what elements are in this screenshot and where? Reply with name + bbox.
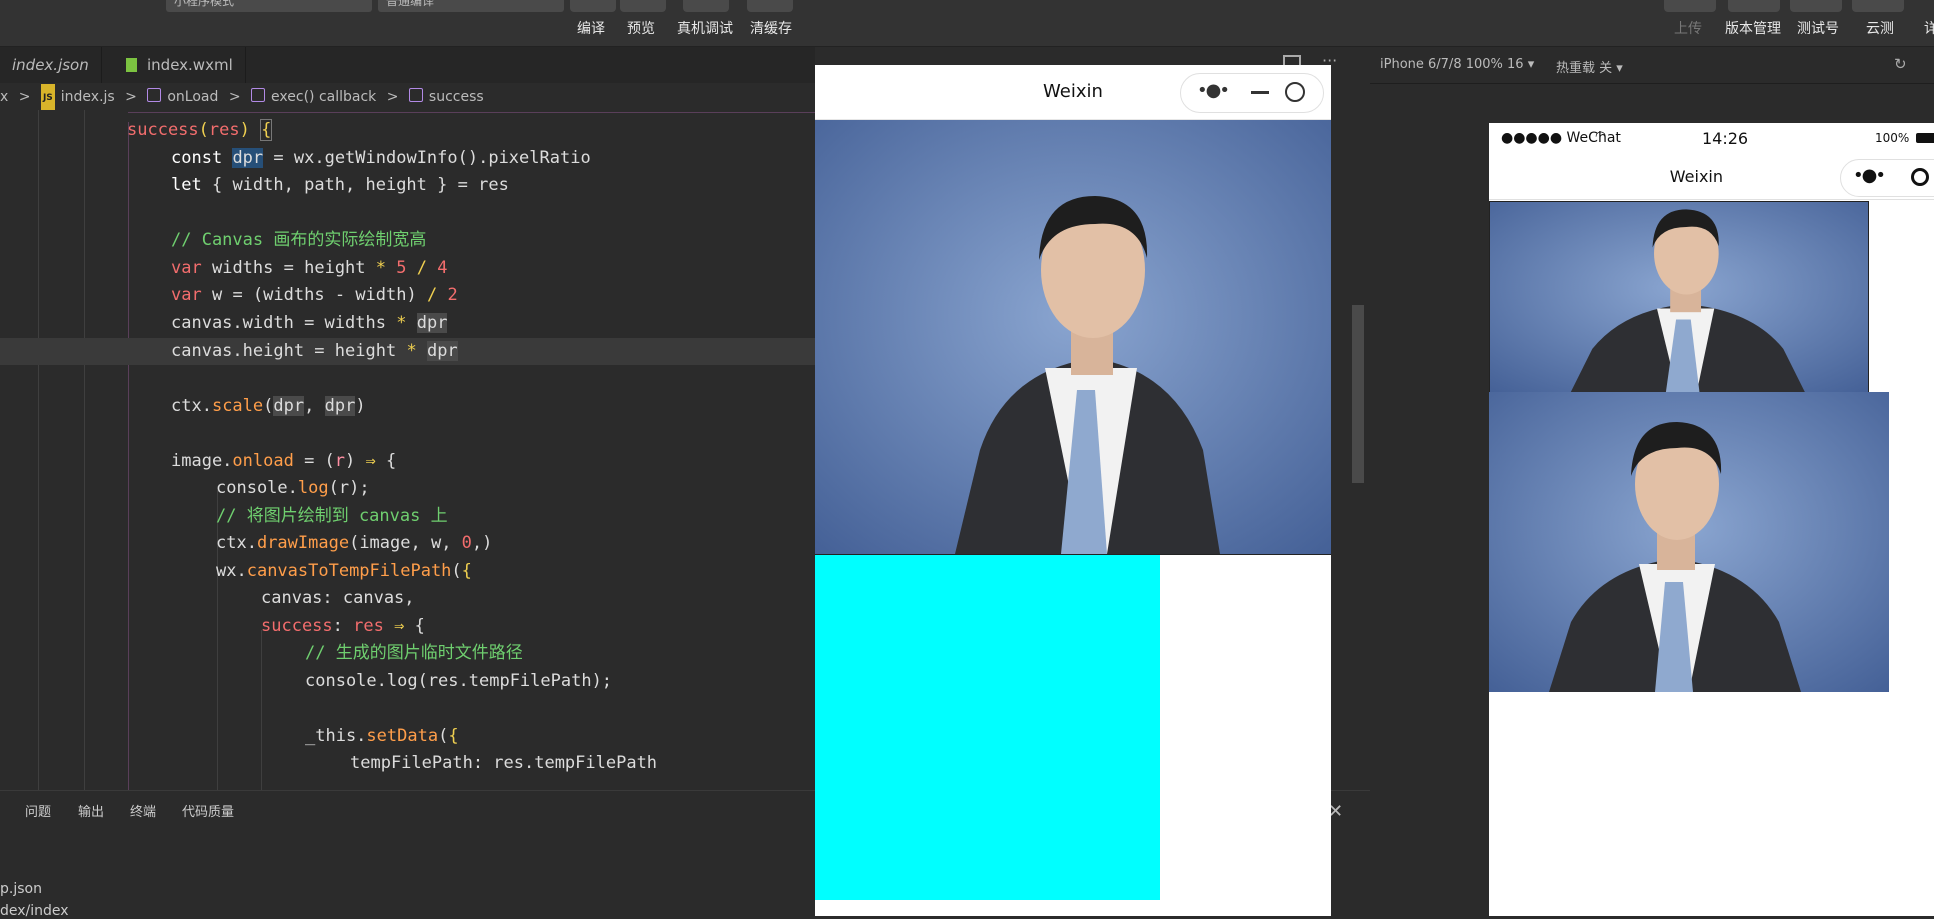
preview-button[interactable]: 预览 xyxy=(627,18,655,38)
js-file-icon: JS xyxy=(40,84,55,112)
code-line: canvas: canvas, xyxy=(261,588,415,608)
code-line: canvas.width = widths * dpr xyxy=(171,313,448,333)
output-line: dex/index xyxy=(0,903,69,919)
chevron-right-icon: > xyxy=(125,89,137,105)
code-line: success: res ⇒ { xyxy=(261,616,425,636)
tab-output[interactable]: 输出 xyxy=(78,801,104,820)
breadcrumb-onload[interactable]: onLoad xyxy=(147,84,218,110)
refresh-icon[interactable]: ↻ xyxy=(1894,55,1907,73)
more-dots-icon[interactable]: •●• xyxy=(1197,80,1230,101)
mode-select[interactable]: 小程序模式 xyxy=(166,0,372,12)
code-line: ctx.drawImage(image, w, 0,) xyxy=(216,533,493,553)
status-time: 14:26 xyxy=(1702,129,1749,148)
battery-icon xyxy=(1916,133,1934,143)
status-bar: ●●●●● WeChat ◠ 14:26 100% xyxy=(1489,123,1934,155)
tab-problems[interactable]: 问题 xyxy=(25,801,51,820)
clear-cache-button[interactable]: 清缓存 xyxy=(750,18,792,38)
phone-nav-bar: Weixin •●• xyxy=(1489,155,1934,200)
code-line: console.log(r); xyxy=(216,478,370,498)
chevron-down-icon: ▾ xyxy=(1527,57,1535,72)
tab-code-quality[interactable]: 代码质量 xyxy=(182,801,234,820)
version-button-icon[interactable] xyxy=(1728,0,1780,12)
phone-preview: ●●●●● WeChat ◠ 14:26 100% Weixin •●• xyxy=(1489,123,1934,916)
phone-capsule: •●• xyxy=(1840,159,1934,197)
compile-button-icon[interactable] xyxy=(570,0,616,12)
code-line: // 将图片绘制到 canvas 上 xyxy=(216,506,448,526)
method-icon xyxy=(251,88,266,102)
upload-button-icon[interactable] xyxy=(1664,0,1716,12)
clear-cache-button-icon[interactable] xyxy=(747,0,793,12)
device-select[interactable]: iPhone 6/7/8 100% 16 ▾ xyxy=(1380,57,1534,72)
more-button[interactable]: 详 xyxy=(1924,18,1934,38)
upload-button[interactable]: 上传 xyxy=(1674,18,1702,38)
top-toolbar: 小程序模式 普通编译 编译 预览 真机调试 清缓存 上传 版本管理 测试号 云测… xyxy=(0,0,1934,47)
chevron-right-icon: > xyxy=(18,89,31,105)
code-line: // 生成的图片临时文件路径 xyxy=(305,643,523,663)
breadcrumb-file[interactable]: JS index.js xyxy=(40,84,115,112)
breadcrumb-exec[interactable]: exec() callback xyxy=(251,84,376,110)
cyan-canvas xyxy=(815,555,1160,900)
chevron-down-icon: ▾ xyxy=(1616,61,1623,76)
portrait-image xyxy=(1490,202,1868,393)
tab-index-json[interactable]: index.json xyxy=(0,47,102,83)
phone-image-bottom xyxy=(1489,392,1889,692)
phone-image-top xyxy=(1489,201,1869,394)
test-account-button-icon[interactable] xyxy=(1790,0,1842,12)
compile-button[interactable]: 编译 xyxy=(577,18,605,38)
code-line-current: canvas.height = height * dpr xyxy=(0,338,815,365)
sim-canvas-image xyxy=(815,120,1331,555)
tab-index-wxml[interactable]: index.wxml xyxy=(112,47,246,83)
editor-scrollbar[interactable] xyxy=(1352,305,1364,483)
tab-terminal[interactable]: 终端 xyxy=(130,801,156,820)
code-line: const dpr = wx.getWindowInfo().pixelRati… xyxy=(171,148,591,168)
code-line: wx.canvasToTempFilePath({ xyxy=(216,561,472,581)
method-icon xyxy=(408,88,423,102)
wxml-file-icon xyxy=(126,58,137,72)
code-line: var widths = height * 5 / 4 xyxy=(171,258,448,278)
output-line: p.json xyxy=(0,881,42,897)
phone-title: Weixin xyxy=(1669,167,1723,186)
battery-level: 100% xyxy=(1875,131,1910,145)
code-line: tempFilePath: res.tempFilePath xyxy=(350,753,658,773)
target-icon[interactable] xyxy=(1911,168,1929,186)
chevron-right-icon: > xyxy=(228,89,241,105)
breadcrumb-success[interactable]: success xyxy=(408,84,484,110)
wifi-icon: ◠ xyxy=(1595,129,1607,144)
code-line: let { width, path, height } = res xyxy=(171,175,509,195)
chevron-right-icon: > xyxy=(386,89,399,105)
code-line: _this.setData({ xyxy=(305,726,459,746)
code-line: ctx.scale(dpr, dpr) xyxy=(171,396,366,416)
portrait-image xyxy=(1489,392,1889,692)
sim-capsule: •●• xyxy=(1180,73,1324,113)
cloud-test-button-icon[interactable] xyxy=(1852,0,1904,12)
code-line: var w = (widths - width) / 2 xyxy=(171,285,458,305)
code-line: image.onload = (r) ⇒ { xyxy=(171,451,397,471)
hot-reload-select[interactable]: 热重载 关 ▾ xyxy=(1556,57,1623,76)
portrait-image xyxy=(815,120,1331,554)
preview-button-icon[interactable] xyxy=(620,0,666,12)
method-icon xyxy=(147,88,162,102)
version-mgmt-button[interactable]: 版本管理 xyxy=(1725,18,1781,38)
simulator-window: Weixin •●• xyxy=(815,65,1331,916)
compile-select[interactable]: 普通编译 xyxy=(378,0,564,12)
code-line: // Canvas 画布的实际绘制宽高 xyxy=(171,230,427,250)
code-line: console.log(res.tempFilePath); xyxy=(305,671,613,691)
code-editor[interactable]: success(res) { const dpr = wx.getWindowI… xyxy=(0,110,815,790)
target-icon[interactable] xyxy=(1285,82,1305,102)
editor-tabs: index.json index.wxml ··· xyxy=(0,47,1337,83)
device-bar: iPhone 6/7/8 100% 16 ▾ 热重载 关 ▾ ↻ xyxy=(1370,47,1934,84)
code-line: success(res) { xyxy=(127,119,273,141)
real-debug-button[interactable]: 真机调试 xyxy=(677,18,733,38)
more-dots-icon[interactable]: •●• xyxy=(1853,165,1886,186)
breadcrumb: x > JS index.js > onLoad > exec() callbac… xyxy=(0,84,815,112)
cloud-test-button[interactable]: 云测 xyxy=(1866,18,1894,38)
test-account-button[interactable]: 测试号 xyxy=(1797,18,1839,38)
sim-nav-bar: Weixin •●• xyxy=(815,65,1331,120)
minimize-icon[interactable] xyxy=(1251,91,1269,94)
real-debug-button-icon[interactable] xyxy=(683,0,729,12)
